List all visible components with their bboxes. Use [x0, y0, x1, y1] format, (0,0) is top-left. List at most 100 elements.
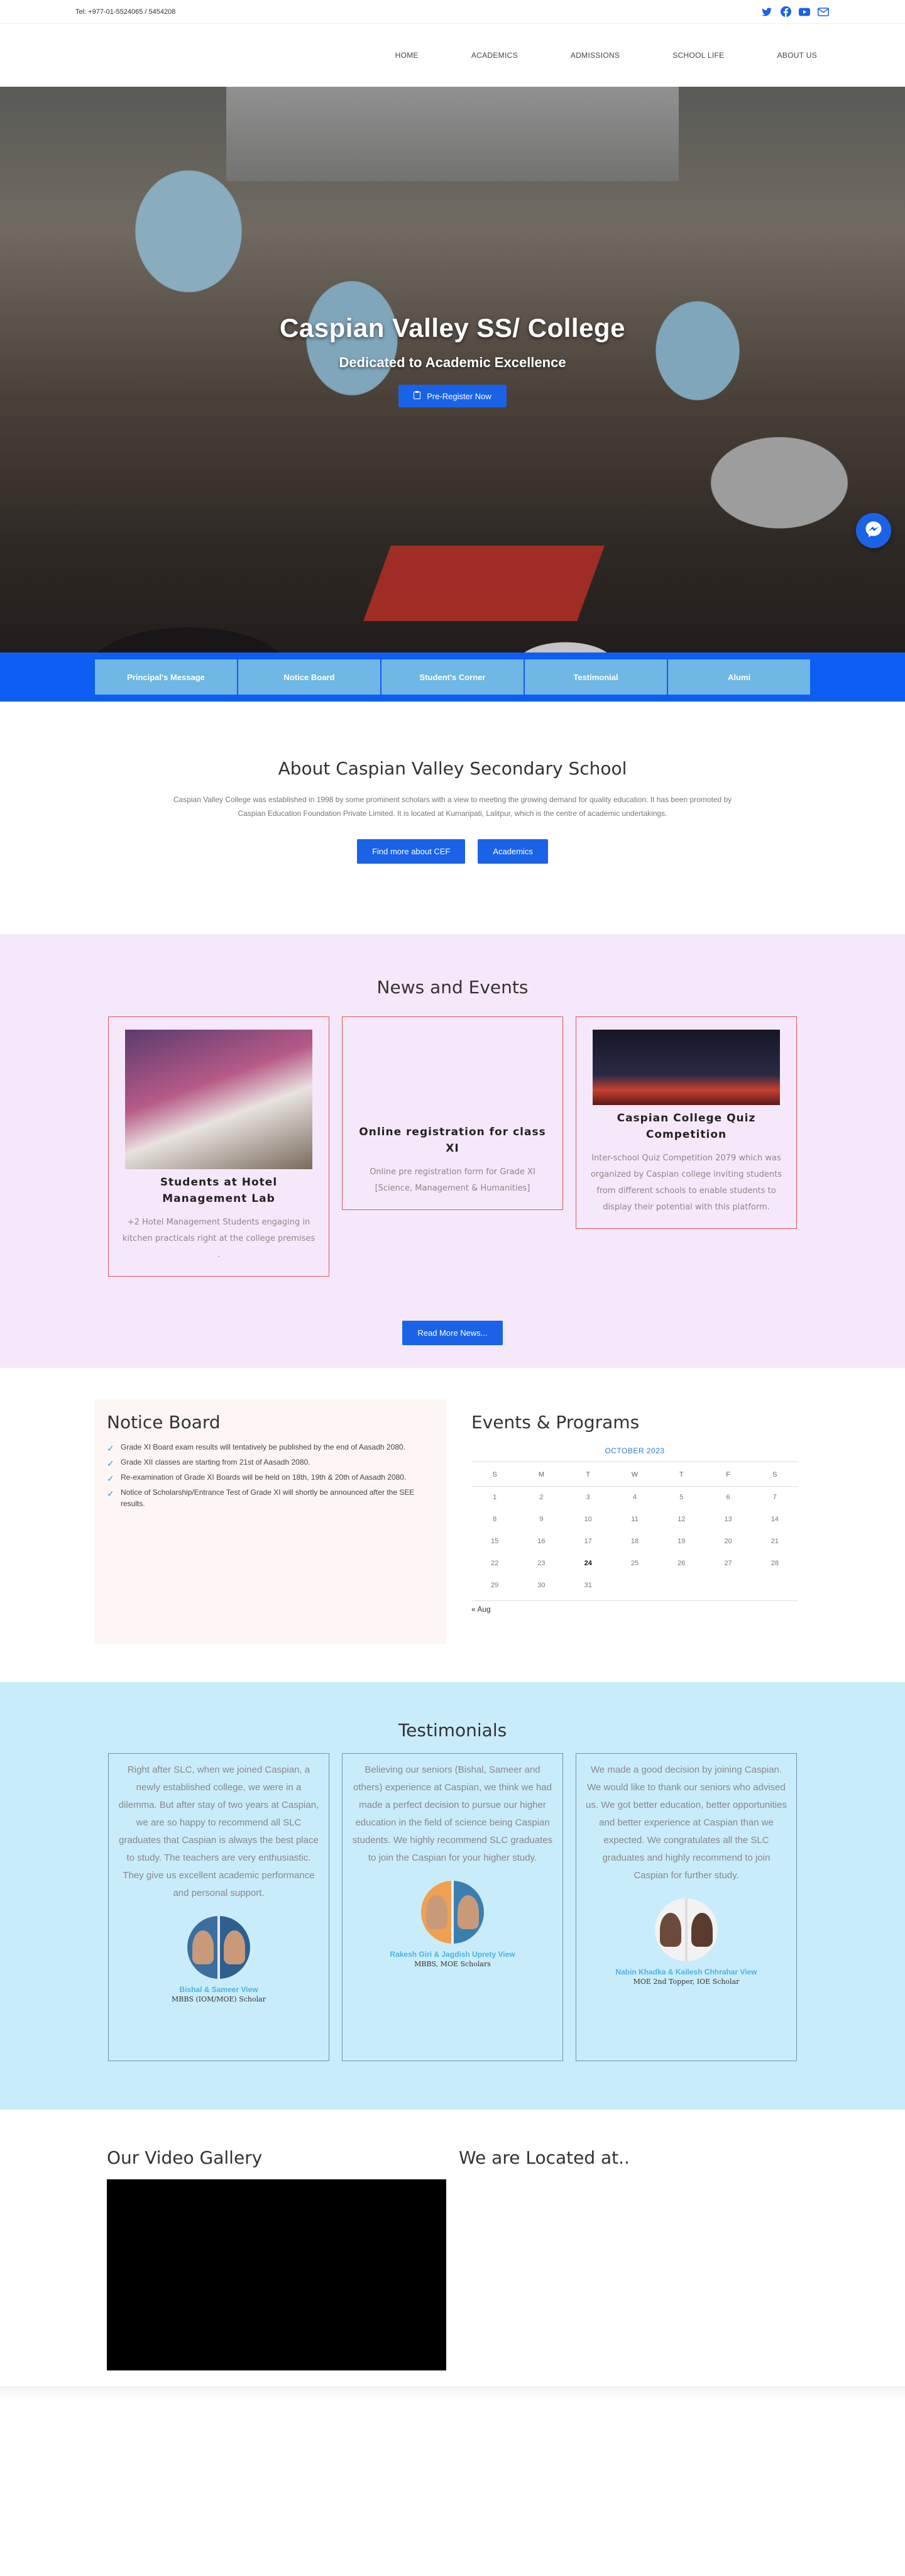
- testimonials-section: Testimonials Right after SLC, when we jo…: [0, 1682, 905, 2110]
- check-icon: ✓: [107, 1473, 114, 1483]
- contact-phone: Tel: +977-01-5524065 / 5454208: [75, 8, 176, 16]
- calendar-day[interactable]: 5: [658, 1487, 705, 1509]
- calendar-day[interactable]: 23: [518, 1553, 564, 1575]
- nav-school-life[interactable]: SCHOOL LIFE: [646, 51, 750, 60]
- academics-button[interactable]: Academics: [478, 839, 548, 864]
- calendar-day[interactable]: 8: [471, 1509, 518, 1531]
- calendar-day[interactable]: 4: [612, 1487, 658, 1509]
- news-card[interactable]: Online registration for class XI Online …: [342, 1016, 563, 1210]
- calendar-day[interactable]: 10: [565, 1509, 612, 1531]
- tab-alumni[interactable]: Alumi: [668, 659, 810, 695]
- calendar-day[interactable]: 17: [565, 1531, 612, 1553]
- calendar-day-header: F: [705, 1462, 752, 1487]
- news-card-image: [593, 1030, 780, 1105]
- nav-about-us[interactable]: ABOUT US: [750, 51, 830, 60]
- twitter-icon[interactable]: [760, 6, 773, 18]
- calendar-day-header: T: [564, 1462, 612, 1487]
- testimonial-name-link[interactable]: Bishal & Sameer View: [118, 1985, 320, 1994]
- calendar-day[interactable]: 30: [518, 1575, 564, 1597]
- testimonial-quote: Right after SLC, when we joined Caspian,…: [118, 1764, 319, 1898]
- calendar-day[interactable]: 27: [705, 1553, 751, 1575]
- read-more-news-button[interactable]: Read More News...: [402, 1321, 503, 1345]
- hero-title: Caspian Valley SS/ College: [280, 313, 625, 343]
- email-icon[interactable]: [817, 6, 830, 18]
- calendar-day[interactable]: 21: [752, 1531, 798, 1553]
- calendar-day[interactable]: 1: [471, 1487, 518, 1509]
- facebook-icon[interactable]: [779, 6, 792, 18]
- about-text: Caspian Valley College was established i…: [173, 795, 732, 818]
- messenger-icon: [864, 520, 883, 542]
- calendar-day[interactable]: 28: [752, 1553, 798, 1575]
- news-card[interactable]: Students at Hotel Management Lab +2 Hote…: [108, 1016, 329, 1277]
- calendar-day[interactable]: 29: [471, 1575, 518, 1597]
- calendar-day-header: W: [611, 1462, 659, 1487]
- tab-notice-board[interactable]: Notice Board: [238, 659, 380, 695]
- tab-students-corner[interactable]: Student's Corner: [381, 659, 524, 695]
- calendar-day[interactable]: 6: [705, 1487, 751, 1509]
- notice-events-section: Notice Board ✓ Grade XI Board exam result…: [0, 1368, 905, 1682]
- calendar-day[interactable]: 13: [705, 1509, 751, 1531]
- nav-admissions[interactable]: ADMISSIONS: [544, 51, 646, 60]
- testimonial-name-link[interactable]: Rakesh Giri & Jagdish Uprety View: [351, 1950, 554, 1959]
- calendar-day[interactable]: 19: [658, 1531, 705, 1553]
- calendar-day-header: S: [751, 1462, 798, 1487]
- hero-subtitle: Dedicated to Academic Excellence: [339, 355, 566, 370]
- news-title: News and Events: [376, 977, 529, 998]
- testimonial-role: MBBS, MOE Scholars: [414, 1960, 491, 1968]
- calendar-day[interactable]: 25: [612, 1553, 658, 1575]
- social-icons: [760, 6, 830, 18]
- news-card-text: +2 Hotel Management Students engaging in…: [122, 1218, 315, 1260]
- calendar-day[interactable]: 18: [612, 1531, 658, 1553]
- calendar-day[interactable]: 11: [612, 1509, 658, 1531]
- testimonials-title: Testimonials: [398, 1720, 507, 1741]
- calendar-month: OCTOBER 2023: [471, 1446, 798, 1462]
- events-programs: Events & Programs OCTOBER 2023 SMTWTFS12…: [459, 1399, 811, 1682]
- video-player[interactable]: [107, 2179, 446, 2370]
- news-card-image: [125, 1030, 312, 1169]
- find-more-cef-button[interactable]: Find more about CEF: [357, 839, 466, 864]
- calendar-day[interactable]: 9: [518, 1509, 564, 1531]
- notice-item: ✓ Grade XII classes are starting from 21s…: [107, 1458, 310, 1468]
- clipboard-icon: [414, 391, 421, 401]
- testimonial-quote: Believing our seniors (Bishal, Sameer an…: [352, 1764, 553, 1863]
- nav-academics[interactable]: ACADEMICS: [445, 51, 544, 60]
- pre-register-label: Pre-Register Now: [427, 391, 491, 401]
- video-gallery-title: Our Video Gallery: [107, 2147, 263, 2168]
- top-bar: Tel: +977-01-5524065 / 5454208: [0, 0, 905, 24]
- pre-register-button[interactable]: Pre-Register Now: [398, 385, 507, 407]
- footer-divider: [0, 2386, 905, 2399]
- news-card-text: Inter-school Quiz Competition 2079 which…: [590, 1153, 782, 1212]
- calendar-day[interactable]: 16: [518, 1531, 564, 1553]
- news-card-title: Students at Hotel Management Lab: [160, 1176, 278, 1205]
- calendar-day: [752, 1575, 798, 1597]
- news-card[interactable]: Caspian College Quiz Competition Inter-s…: [576, 1016, 797, 1229]
- calendar-prev-month[interactable]: « Aug: [471, 1600, 798, 1614]
- location-title: We are Located at..: [459, 2147, 630, 2168]
- messenger-chat-button[interactable]: [856, 513, 891, 548]
- calendar-day[interactable]: 26: [658, 1553, 705, 1575]
- news-card-text: Online pre registration form for Grade X…: [370, 1167, 535, 1193]
- calendar-day[interactable]: 14: [752, 1509, 798, 1531]
- about-title: About Caspian Valley Secondary School: [278, 758, 627, 779]
- quick-links-strip: Principal's Message Notice Board Student…: [0, 652, 905, 702]
- youtube-icon[interactable]: [798, 6, 811, 18]
- nav-home[interactable]: HOME: [369, 51, 445, 60]
- calendar-day[interactable]: 15: [471, 1531, 518, 1553]
- testimonial-card: Right after SLC, when we joined Caspian,…: [108, 1753, 329, 2061]
- gallery-location-section: Our Video Gallery We are Located at..: [0, 2110, 905, 2386]
- testimonial-role: MOE 2nd Topper, IOE Scholar: [633, 1978, 740, 1986]
- calendar-grid: S M T W T F S 1 2 3 4 5 6 7 8 9 10 11 12 13 14 15 16 17 18 19 20 21…: [471, 1462, 798, 1597]
- calendar-day: [705, 1575, 751, 1597]
- calendar-day[interactable]: 22: [471, 1553, 518, 1575]
- page: Tel: +977-01-5524065 / 5454208 HOME ACAD…: [0, 0, 905, 2576]
- tab-principals-message[interactable]: Principal's Message: [95, 659, 237, 695]
- calendar-day[interactable]: 2: [518, 1487, 564, 1509]
- calendar-day[interactable]: 24: [565, 1553, 612, 1575]
- calendar-day[interactable]: 3: [565, 1487, 612, 1509]
- calendar-day[interactable]: 7: [752, 1487, 798, 1509]
- testimonial-name-link[interactable]: Nabin Khadka & Kailesh Chhrahar View: [585, 1968, 787, 1976]
- calendar-day[interactable]: 12: [658, 1509, 705, 1531]
- tab-testimonial[interactable]: Testimonial: [525, 659, 667, 695]
- calendar-day[interactable]: 31: [565, 1575, 612, 1597]
- calendar-day[interactable]: 20: [705, 1531, 751, 1553]
